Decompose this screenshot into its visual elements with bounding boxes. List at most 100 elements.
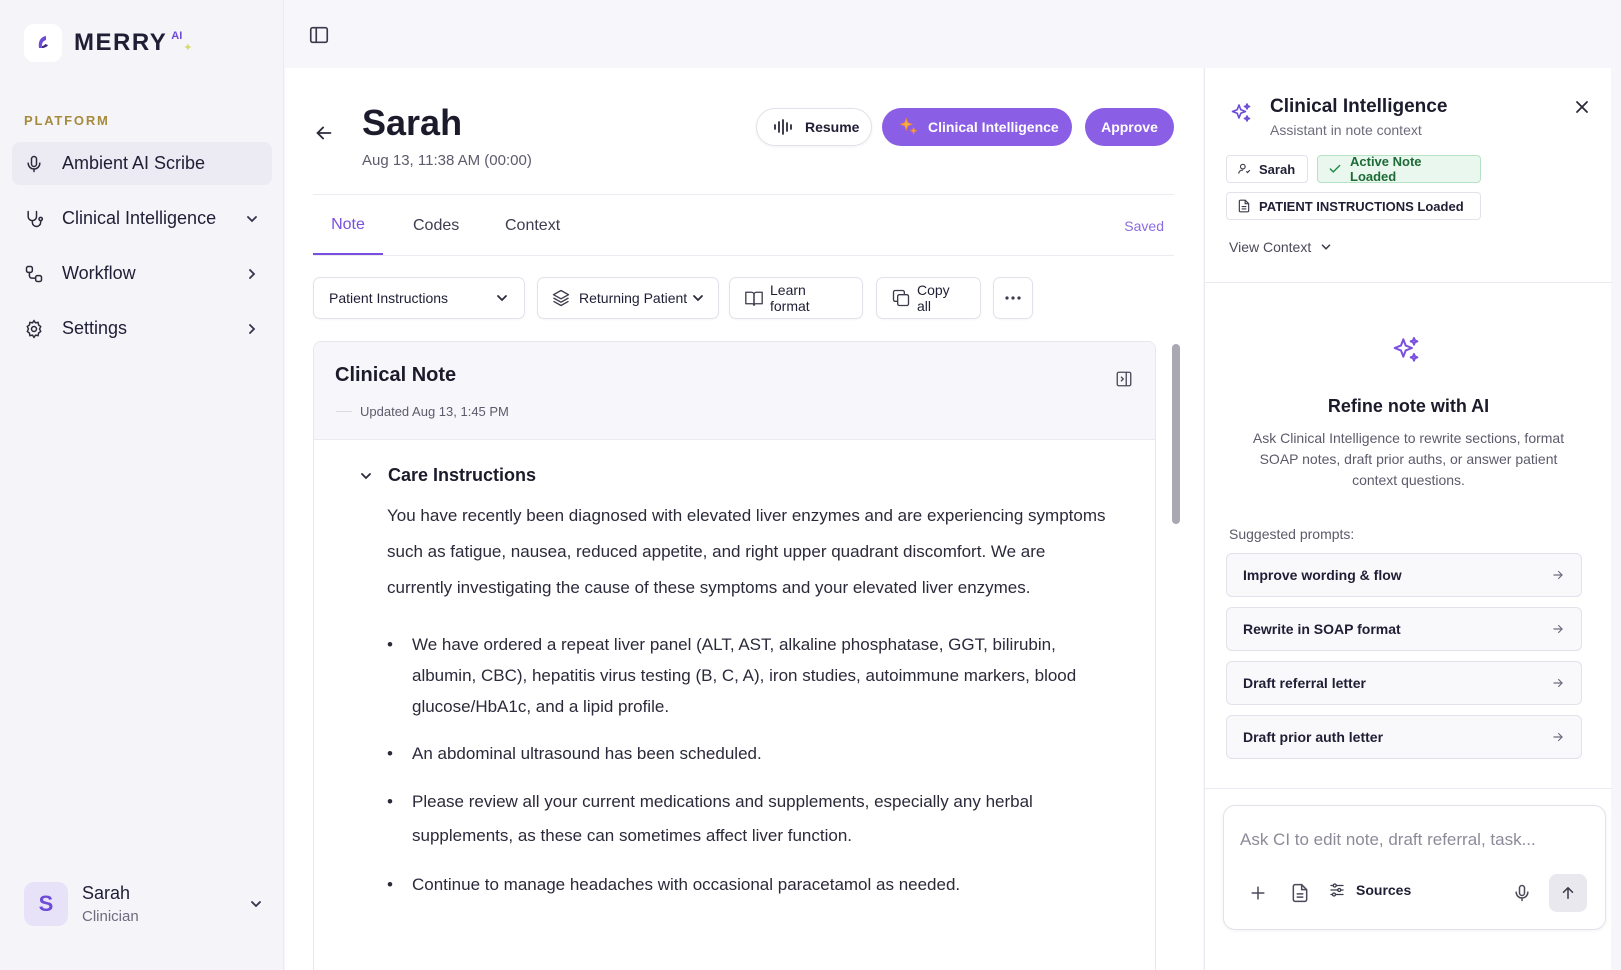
arrow-right-icon — [1551, 568, 1565, 582]
active-note-chip: Active Note Loaded — [1317, 154, 1481, 184]
sidebar-item-ambient-ai-scribe[interactable]: Ambient AI Scribe — [12, 142, 272, 185]
tab-context[interactable]: Context — [505, 196, 560, 255]
note-editor: Sarah Aug 13, 11:38 AM (00:00) Resume Cl… — [285, 68, 1203, 970]
arrow-right-icon — [1551, 676, 1565, 690]
sidebar-item-label: Clinical Intelligence — [62, 208, 217, 228]
prompt-label: Improve wording & flow — [1243, 567, 1402, 583]
user-icon — [1237, 162, 1259, 176]
collapse-panel-icon[interactable] — [1115, 370, 1133, 388]
care-instructions-list: We have ordered a repeat liver panel (AL… — [387, 629, 1107, 916]
arrow-right-icon — [1551, 622, 1565, 636]
approve-button[interactable]: Approve — [1085, 108, 1174, 146]
prompt-label: Rewrite in SOAP format — [1243, 621, 1401, 637]
instructions-chip: PATIENT INSTRUCTIONS Loaded — [1226, 192, 1481, 220]
learn-format-button[interactable]: Learn format — [729, 277, 863, 319]
divider — [336, 411, 352, 412]
tab-codes[interactable]: Codes — [413, 196, 459, 255]
send-button[interactable] — [1549, 874, 1587, 912]
document-icon[interactable] — [1290, 883, 1310, 903]
microphone-icon[interactable] — [1512, 883, 1532, 903]
sidebar-item-label: Settings — [62, 318, 128, 338]
clinical-intelligence-button[interactable]: Clinical Intelligence — [882, 108, 1072, 146]
document-icon — [1237, 199, 1259, 213]
clinical-intelligence-panel: Clinical Intelligence Assistant in note … — [1204, 68, 1612, 970]
layers-icon — [551, 288, 571, 308]
visit-type-value: Returning Patient — [579, 290, 688, 306]
logo[interactable]: MERRY AI ✦ — [24, 24, 193, 62]
patient-chip-label: Sarah — [1259, 161, 1296, 177]
sidebar-nav: Ambient AI Scribe Clinical Intelligence … — [12, 142, 272, 362]
user-info: Sarah Clinician — [82, 883, 248, 925]
list-item[interactable]: An abdominal ultrasound has been schedul… — [387, 738, 1107, 769]
sidebar-item-label: Ambient AI Scribe — [62, 153, 206, 173]
more-horizontal-icon — [1004, 295, 1022, 301]
chevron-right-icon — [244, 321, 260, 337]
close-icon[interactable] — [1573, 98, 1591, 116]
sparkles-icon — [1229, 101, 1253, 125]
stethoscope-icon — [24, 209, 44, 229]
resume-label: Resume — [805, 119, 860, 135]
patient-chip[interactable]: Sarah — [1226, 155, 1308, 183]
session-timestamp: Aug 13, 11:38 AM (00:00) — [362, 152, 532, 169]
panel-subtitle: Assistant in note context — [1270, 122, 1422, 138]
section-label: PLATFORM — [24, 113, 110, 128]
prompt-rewrite-soap[interactable]: Rewrite in SOAP format — [1226, 607, 1582, 651]
chevron-down-icon — [248, 896, 264, 912]
brand-name: MERRY — [74, 29, 168, 56]
user-role: Clinician — [82, 908, 139, 925]
chat-composer: Sources — [1223, 805, 1606, 930]
card-header: Clinical Note Updated Aug 13, 1:45 PM — [314, 342, 1155, 440]
tab-note[interactable]: Note — [313, 196, 383, 255]
scrollbar[interactable] — [1172, 344, 1180, 524]
template-select[interactable]: Patient Instructions — [313, 277, 525, 319]
learn-format-label: Learn format — [770, 282, 810, 314]
resume-button[interactable]: Resume — [756, 108, 872, 146]
sparkles-icon — [1390, 334, 1422, 366]
save-status: Saved — [1124, 218, 1164, 234]
clinical-intelligence-label: Clinical Intelligence — [928, 119, 1059, 135]
logo-mark-icon — [24, 24, 62, 62]
back-arrow-icon[interactable] — [313, 122, 335, 144]
chevron-right-icon — [244, 266, 260, 282]
gear-icon — [24, 318, 44, 339]
workflow-icon — [24, 264, 44, 284]
brand-superscript: AI — [171, 30, 183, 42]
sources-label: Sources — [1356, 882, 1412, 898]
waveform-icon — [773, 118, 805, 136]
sidebar-item-workflow[interactable]: Workflow — [12, 252, 272, 295]
list-item[interactable]: We have ordered a repeat liver panel (AL… — [387, 629, 1107, 722]
list-item[interactable]: Please review all your current medicatio… — [387, 785, 1107, 853]
section-title: Care Instructions — [388, 465, 537, 485]
copy-all-button[interactable]: Copy all — [876, 277, 981, 319]
prompt-label: Draft referral letter — [1243, 675, 1366, 691]
sidebar-item-clinical-intelligence[interactable]: Clinical Intelligence — [12, 197, 272, 240]
list-item[interactable]: Continue to manage headaches with occasi… — [387, 869, 1107, 900]
sidebar-item-settings[interactable]: Settings — [12, 307, 272, 350]
view-context-label: View Context — [1229, 239, 1312, 255]
user-menu[interactable]: S Sarah Clinician — [24, 882, 264, 926]
chat-input[interactable] — [1240, 820, 1580, 860]
panel-title: Clinical Intelligence — [1270, 96, 1448, 117]
instructions-chip-label: PATIENT INSTRUCTIONS Loaded — [1259, 198, 1464, 214]
sidebar-toggle-icon[interactable] — [308, 24, 330, 46]
active-note-label: Active Note Loaded — [1350, 154, 1422, 184]
prompt-improve-wording[interactable]: Improve wording & flow — [1226, 553, 1582, 597]
chevron-down-icon — [494, 290, 510, 306]
more-options-button[interactable] — [993, 277, 1033, 319]
sparkle-icon: ✦ — [183, 41, 193, 54]
updated-timestamp: Updated Aug 13, 1:45 PM — [360, 404, 509, 419]
view-context-toggle[interactable]: View Context — [1229, 239, 1333, 255]
prompt-label: Draft prior auth letter — [1243, 729, 1384, 745]
plus-icon[interactable] — [1248, 883, 1268, 903]
chevron-down-icon — [244, 211, 260, 227]
section-toggle[interactable]: Care Instructions — [358, 465, 536, 486]
refine-description: Ask Clinical Intelligence to rewrite sec… — [1252, 430, 1565, 488]
sliders-icon — [1328, 881, 1356, 899]
sparkle-icon — [898, 116, 928, 138]
sources-button[interactable]: Sources — [1328, 881, 1411, 899]
visit-type-select[interactable]: Returning Patient — [537, 277, 719, 319]
prompt-draft-referral[interactable]: Draft referral letter — [1226, 661, 1582, 705]
prompt-draft-prior-auth[interactable]: Draft prior auth letter — [1226, 715, 1582, 759]
divider — [313, 194, 1174, 195]
note-paragraph[interactable]: You have recently been diagnosed with el… — [387, 498, 1107, 606]
